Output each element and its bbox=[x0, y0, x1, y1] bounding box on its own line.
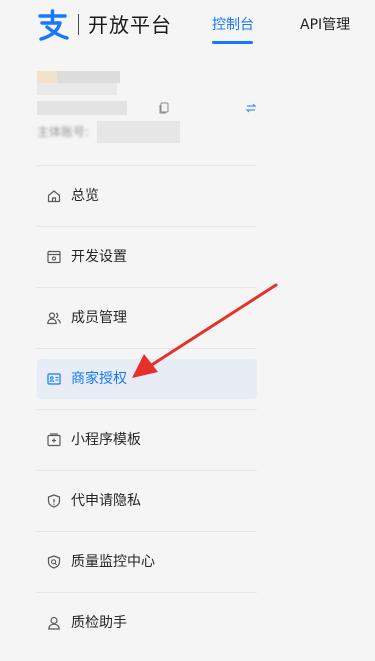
sidebar-item-inspection-assistant[interactable]: 质检助手 bbox=[37, 603, 257, 643]
sidebar-item-quality-monitoring-center[interactable]: 质量监控中心 bbox=[37, 542, 257, 582]
sidebar-item-label: 代申请隐私 bbox=[71, 493, 141, 509]
sidebar-item-dev-settings[interactable]: 开发设置 bbox=[37, 237, 257, 277]
copy-icon[interactable] bbox=[158, 102, 170, 114]
alipay-logo-icon[interactable] bbox=[36, 9, 70, 41]
members-icon bbox=[47, 312, 61, 325]
divider bbox=[37, 531, 257, 532]
entity-account-label: 主体账号: bbox=[37, 125, 90, 139]
merchant-auth-icon bbox=[47, 373, 61, 385]
brand-title: 开放平台 bbox=[88, 13, 172, 37]
top-navigation: 开放平台 控制台 API管理 bbox=[0, 0, 375, 55]
divider bbox=[37, 226, 257, 227]
account-avatar-redacted bbox=[37, 71, 57, 83]
sidebar-item-mini-program-template[interactable]: 小程序模板 bbox=[37, 420, 257, 460]
tab-console[interactable]: 控制台 bbox=[212, 15, 254, 35]
sidebar-item-overview[interactable]: 总览 bbox=[37, 176, 257, 216]
sidebar-item-privacy-application[interactable]: 代申请隐私 bbox=[37, 481, 257, 521]
switch-account-icon[interactable] bbox=[245, 102, 257, 114]
sidebar-item-merchant-authorization[interactable]: 商家授权 bbox=[37, 359, 257, 399]
sidebar-item-label: 小程序模板 bbox=[71, 432, 141, 448]
template-icon bbox=[47, 433, 61, 447]
sidebar-item-label: 商家授权 bbox=[71, 371, 127, 387]
divider bbox=[37, 470, 257, 471]
account-id-redacted bbox=[37, 101, 127, 115]
account-name-redacted-2 bbox=[37, 83, 117, 95]
sidebar-item-label: 质检助手 bbox=[71, 615, 127, 631]
privacy-shield-icon bbox=[47, 494, 61, 508]
page: 开放平台 控制台 API管理 主体账号: 总览 开发设置 成员管理 商家授权 小… bbox=[0, 0, 375, 661]
sidebar-item-label: 总览 bbox=[71, 188, 99, 204]
divider bbox=[37, 287, 257, 288]
entity-account-redacted bbox=[97, 121, 180, 143]
dev-settings-icon bbox=[47, 250, 61, 264]
divider bbox=[37, 409, 257, 410]
home-icon bbox=[47, 190, 61, 203]
user-icon bbox=[48, 616, 60, 630]
sidebar-item-label: 开发设置 bbox=[71, 249, 127, 265]
quality-monitor-icon bbox=[47, 555, 61, 569]
sidebar-item-label: 成员管理 bbox=[71, 310, 127, 326]
sidebar-item-label: 质量监控中心 bbox=[71, 554, 155, 570]
sidebar-item-members[interactable]: 成员管理 bbox=[37, 298, 257, 338]
divider bbox=[37, 592, 257, 593]
divider bbox=[37, 165, 257, 166]
account-name-redacted bbox=[57, 71, 120, 83]
divider bbox=[37, 348, 257, 349]
active-tab-indicator bbox=[212, 41, 253, 44]
tab-api-management[interactable]: API管理 bbox=[300, 15, 350, 35]
logo-divider bbox=[78, 14, 79, 35]
